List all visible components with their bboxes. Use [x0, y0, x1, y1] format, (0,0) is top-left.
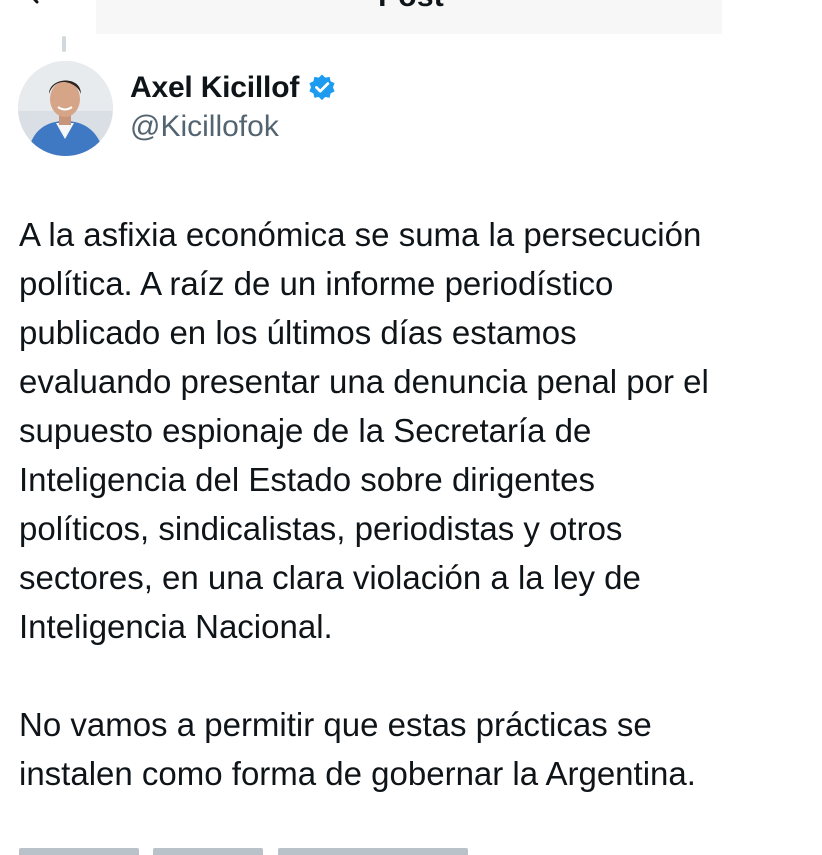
post-text: A la asfixia económica se suma la persec…: [19, 210, 809, 798]
post-paragraph: No vamos a permitir que estas prácticas …: [19, 706, 696, 792]
top-bar: Post: [0, 0, 822, 34]
author-info[interactable]: Axel Kicillof @Kicillofok: [130, 68, 337, 144]
post-paragraph: A la asfixia económica se suma la persec…: [19, 216, 709, 645]
post-timestamp-row: [19, 846, 539, 855]
verified-badge-icon[interactable]: [307, 73, 337, 103]
timestamp-fragment: [19, 848, 139, 855]
timestamp-fragment: [153, 848, 264, 855]
author-handle[interactable]: @Kicillofok: [130, 110, 337, 144]
avatar-photo: [18, 61, 113, 156]
author-display-name[interactable]: Axel Kicillof: [130, 71, 299, 105]
avatar[interactable]: [18, 61, 113, 156]
page-title: Post: [0, 0, 822, 14]
thread-connector-line: [62, 36, 66, 52]
views-fragment: [277, 848, 468, 855]
